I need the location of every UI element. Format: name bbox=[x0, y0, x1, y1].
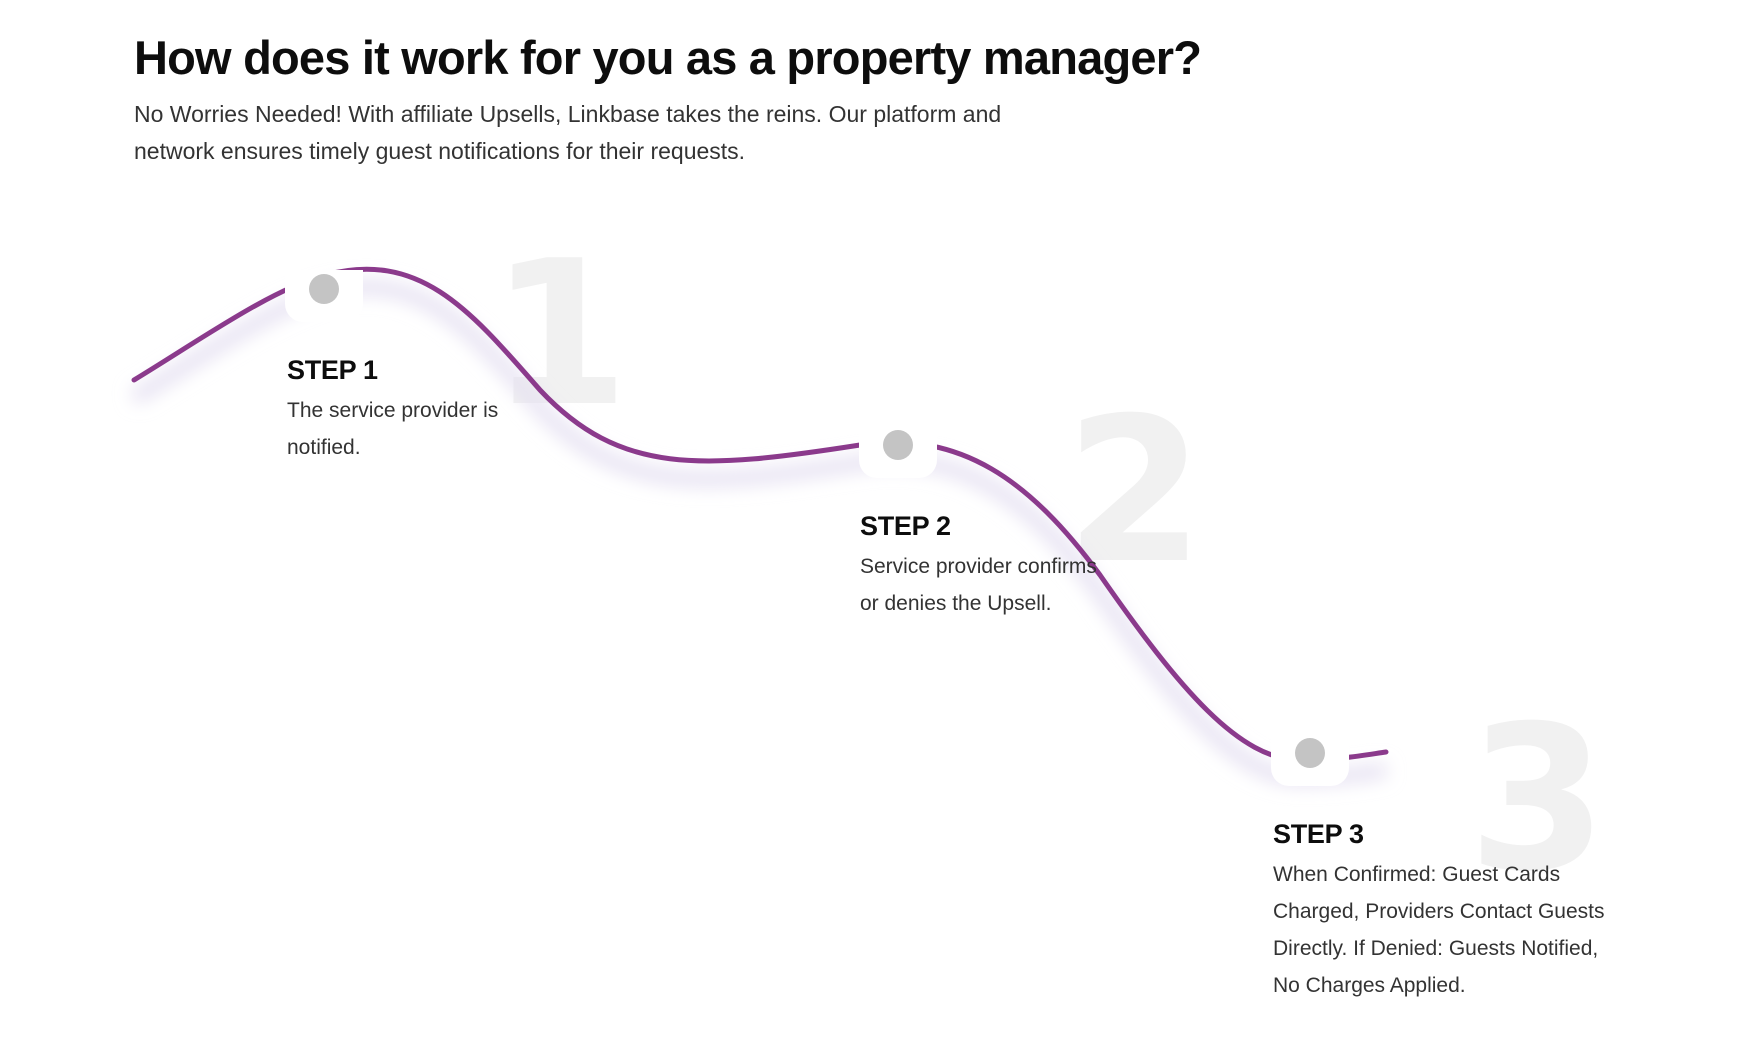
step-1-node bbox=[285, 270, 363, 322]
step-2-dot bbox=[883, 430, 913, 460]
step-2-node bbox=[859, 426, 937, 478]
timeline-curve-line bbox=[131, 266, 1389, 763]
step-3: STEP 3 When Confirmed: Guest Cards Charg… bbox=[1273, 819, 1628, 1004]
step-1-title: STEP 1 bbox=[287, 355, 378, 385]
step-1: STEP 1 The service provider is notified. bbox=[287, 355, 527, 466]
step-3-node bbox=[1271, 734, 1349, 786]
step-1-description: The service provider is notified. bbox=[287, 399, 499, 459]
step-3-title: STEP 3 bbox=[1273, 819, 1364, 849]
step-3-description: When Confirmed: Guest Cards Charged, Pro… bbox=[1273, 863, 1605, 997]
step-3-dot bbox=[1295, 738, 1325, 768]
step-2-description: Service provider confirms or denies the … bbox=[860, 555, 1097, 615]
step-2-title: STEP 2 bbox=[860, 511, 951, 541]
step-2: STEP 2 Service provider confirms or deni… bbox=[860, 511, 1100, 622]
step-1-dot bbox=[309, 274, 339, 304]
